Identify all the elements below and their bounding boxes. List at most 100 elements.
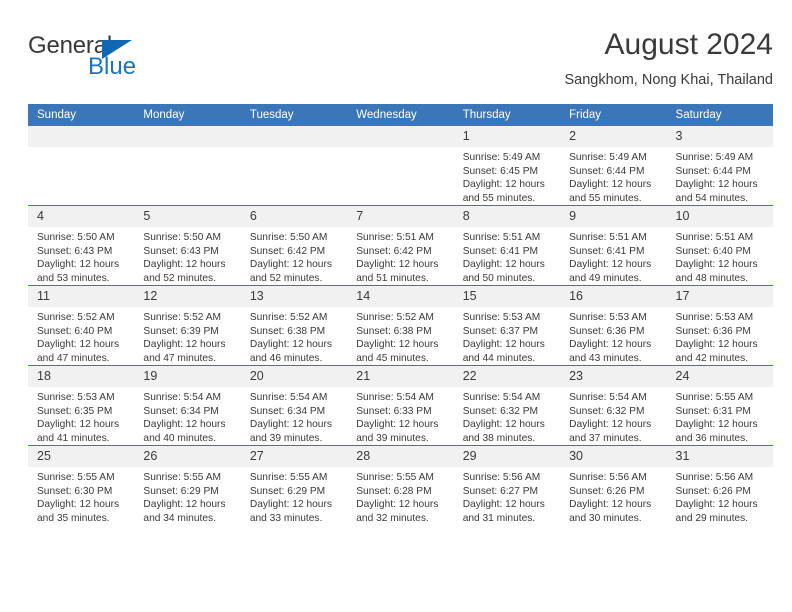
- daylight-text-line1: Daylight: 12 hours: [675, 419, 758, 431]
- daylight-text-line1: Daylight: 12 hours: [675, 499, 758, 511]
- calendar-day-cell[interactable]: 28 Sunrise: 5:55 AM Sunset: 6:28 PM Dayligh…: [347, 445, 454, 525]
- daylight-text-line2: and 33 minutes.: [249, 512, 323, 524]
- day-details: Sunrise: 5:56 AM Sunset: 6:27 PM Daylight:…: [454, 467, 560, 525]
- day-number: 16: [560, 286, 667, 308]
- daylight-text-line1: Daylight: 12 hours: [249, 419, 332, 431]
- sunset-text: Sunset: 6:28 PM: [356, 485, 432, 497]
- calendar-day-cell[interactable]: 22 Sunrise: 5:54 AM Sunset: 6:32 PM Dayligh…: [453, 365, 561, 446]
- sunrise-text: Sunrise: 5:54 AM: [569, 392, 647, 404]
- day-number: 22: [453, 366, 561, 388]
- day-number: 10: [666, 206, 773, 228]
- day-number: 9: [560, 206, 667, 228]
- sunrise-text: Sunrise: 5:49 AM: [462, 152, 541, 164]
- calendar-day-cell[interactable]: 1 Sunrise: 5:49 AM Sunset: 6:45 PM Daylight…: [453, 126, 561, 206]
- sunrise-text: Sunrise: 5:54 AM: [462, 392, 541, 404]
- day-details: Sunrise: 5:54 AM Sunset: 6:34 PM Daylight:…: [134, 387, 240, 445]
- calendar-day-cell[interactable]: 4 Sunrise: 5:50 AM Sunset: 6:43 PM Daylight…: [28, 205, 135, 286]
- sunset-text: Sunset: 6:40 PM: [37, 325, 113, 337]
- day-details: Sunrise: 5:56 AM Sunset: 6:26 PM Daylight:…: [667, 467, 773, 525]
- daylight-text-line2: and 44 minutes.: [462, 352, 536, 364]
- daylight-text-line1: Daylight: 12 hours: [569, 499, 652, 511]
- day-details: Sunrise: 5:55 AM Sunset: 6:28 PM Daylight:…: [347, 467, 453, 525]
- calendar-day-cell[interactable]: 9 Sunrise: 5:51 AM Sunset: 6:41 PM Daylight…: [560, 205, 667, 286]
- calendar-day-cell[interactable]: 21 Sunrise: 5:54 AM Sunset: 6:33 PM Dayligh…: [347, 365, 454, 446]
- day-details: Sunrise: 5:55 AM Sunset: 6:31 PM Daylight:…: [667, 387, 773, 445]
- page-title: August 2024: [604, 28, 773, 61]
- day-details: Sunrise: 5:54 AM Sunset: 6:34 PM Daylight:…: [241, 387, 347, 445]
- calendar-day-cell[interactable]: 14 Sunrise: 5:52 AM Sunset: 6:38 PM Dayligh…: [347, 285, 454, 366]
- calendar-day-cell[interactable]: 29 Sunrise: 5:56 AM Sunset: 6:27 PM Dayligh…: [453, 445, 561, 525]
- day-number: 5: [134, 206, 241, 228]
- calendar-day-cell[interactable]: 2 Sunrise: 5:49 AM Sunset: 6:44 PM Daylight…: [560, 126, 667, 206]
- daylight-text-line1: Daylight: 12 hours: [37, 499, 120, 511]
- calendar-day-cell[interactable]: 5 Sunrise: 5:50 AM Sunset: 6:43 PM Daylight…: [134, 205, 241, 286]
- calendar-day-cell[interactable]: 24 Sunrise: 5:55 AM Sunset: 6:31 PM Dayligh…: [666, 365, 773, 446]
- calendar-day-cell[interactable]: 27 Sunrise: 5:55 AM Sunset: 6:29 PM Dayligh…: [240, 445, 348, 525]
- calendar-week-row: 4 Sunrise: 5:50 AM Sunset: 6:43 PM Daylight…: [28, 205, 773, 286]
- calendar-day-cell[interactable]: 26 Sunrise: 5:55 AM Sunset: 6:29 PM Dayligh…: [134, 445, 241, 525]
- sunset-text: Sunset: 6:33 PM: [356, 405, 432, 417]
- calendar-day-cell[interactable]: 11 Sunrise: 5:52 AM Sunset: 6:40 PM Dayligh…: [28, 285, 135, 366]
- sunrise-text: Sunrise: 5:52 AM: [249, 312, 328, 324]
- calendar-day-cell[interactable]: 25 Sunrise: 5:55 AM Sunset: 6:30 PM Dayligh…: [28, 445, 135, 525]
- calendar-empty-cell: [28, 126, 135, 206]
- day-details: Sunrise: 5:56 AM Sunset: 6:26 PM Daylight:…: [560, 467, 666, 525]
- daylight-text-line1: Daylight: 12 hours: [356, 499, 439, 511]
- daylight-text-line2: and 39 minutes.: [356, 432, 429, 444]
- calendar-day-cell[interactable]: 20 Sunrise: 5:54 AM Sunset: 6:34 PM Dayligh…: [240, 365, 348, 446]
- calendar-day-cell[interactable]: 12 Sunrise: 5:52 AM Sunset: 6:39 PM Dayligh…: [134, 285, 241, 366]
- day-number: 4: [28, 206, 135, 228]
- day-number: 19: [134, 366, 241, 388]
- day-number: 27: [240, 446, 348, 468]
- sunrise-text: Sunrise: 5:53 AM: [37, 392, 115, 404]
- calendar-day-cell[interactable]: 8 Sunrise: 5:51 AM Sunset: 6:41 PM Daylight…: [453, 205, 561, 286]
- calendar-day-cell[interactable]: 10 Sunrise: 5:51 AM Sunset: 6:40 PM Dayligh…: [666, 205, 773, 286]
- calendar-day-cell[interactable]: 13 Sunrise: 5:52 AM Sunset: 6:38 PM Dayligh…: [240, 285, 348, 366]
- day-details: Sunrise: 5:54 AM Sunset: 6:32 PM Daylight:…: [454, 387, 560, 445]
- calendar-day-cell[interactable]: 15 Sunrise: 5:53 AM Sunset: 6:37 PM Dayligh…: [453, 285, 561, 366]
- calendar-day-cell[interactable]: 31 Sunrise: 5:56 AM Sunset: 6:26 PM Dayligh…: [666, 445, 773, 525]
- calendar-day-cell[interactable]: 16 Sunrise: 5:53 AM Sunset: 6:36 PM Dayligh…: [560, 285, 667, 366]
- sunrise-text: Sunrise: 5:53 AM: [462, 312, 541, 324]
- daylight-text-line2: and 39 minutes.: [249, 432, 323, 444]
- calendar-day-cell[interactable]: 17 Sunrise: 5:53 AM Sunset: 6:36 PM Dayligh…: [666, 285, 773, 366]
- calendar-day-cell[interactable]: 23 Sunrise: 5:54 AM Sunset: 6:32 PM Dayligh…: [560, 365, 667, 446]
- daylight-text-line1: Daylight: 12 hours: [249, 499, 332, 511]
- day-details: Sunrise: 5:51 AM Sunset: 6:40 PM Daylight:…: [667, 227, 773, 285]
- calendar-day-cell[interactable]: 19 Sunrise: 5:54 AM Sunset: 6:34 PM Dayligh…: [134, 365, 241, 446]
- brand-name-blue: Blue: [88, 53, 137, 80]
- day-number: 2: [560, 126, 667, 148]
- daylight-text-line2: and 47 minutes.: [37, 352, 110, 364]
- day-details: Sunrise: 5:53 AM Sunset: 6:36 PM Daylight:…: [560, 307, 666, 365]
- calendar-day-cell[interactable]: 3 Sunrise: 5:49 AM Sunset: 6:44 PM Daylight…: [666, 126, 773, 206]
- sunset-text: Sunset: 6:30 PM: [37, 485, 113, 497]
- day-number: 14: [347, 286, 454, 308]
- day-number: 31: [666, 446, 773, 468]
- sunset-text: Sunset: 6:44 PM: [675, 165, 751, 177]
- calendar-day-cell[interactable]: 30 Sunrise: 5:56 AM Sunset: 6:26 PM Dayligh…: [560, 445, 667, 525]
- day-details: Sunrise: 5:52 AM Sunset: 6:38 PM Daylight:…: [347, 307, 453, 365]
- sunrise-text: Sunrise: 5:50 AM: [143, 232, 222, 244]
- sunset-text: Sunset: 6:43 PM: [37, 245, 113, 257]
- daylight-text-line2: and 52 minutes.: [143, 272, 216, 284]
- calendar-day-cell[interactable]: 18 Sunrise: 5:53 AM Sunset: 6:35 PM Dayligh…: [28, 365, 135, 446]
- day-details: Sunrise: 5:53 AM Sunset: 6:36 PM Daylight:…: [667, 307, 773, 365]
- daylight-text-line2: and 42 minutes.: [675, 352, 749, 364]
- sunrise-text: Sunrise: 5:51 AM: [462, 232, 541, 244]
- daylight-text-line2: and 43 minutes.: [569, 352, 642, 364]
- sunrise-text: Sunrise: 5:55 AM: [37, 472, 115, 484]
- calendar-day-cell[interactable]: 6 Sunrise: 5:50 AM Sunset: 6:42 PM Daylight…: [240, 205, 348, 286]
- weekday-header-thursday: Thursday: [453, 104, 561, 126]
- sunrise-text: Sunrise: 5:53 AM: [569, 312, 647, 324]
- brand-logo[interactable]: General Blue: [28, 34, 258, 90]
- daylight-text-line2: and 54 minutes.: [675, 192, 749, 204]
- daylight-text-line2: and 32 minutes.: [356, 512, 429, 524]
- day-number: [240, 126, 348, 148]
- day-details: Sunrise: 5:54 AM Sunset: 6:33 PM Daylight:…: [347, 387, 453, 445]
- calendar-day-cell[interactable]: 7 Sunrise: 5:51 AM Sunset: 6:42 PM Daylight…: [347, 205, 454, 286]
- daylight-text-line1: Daylight: 12 hours: [462, 339, 545, 351]
- daylight-text-line1: Daylight: 12 hours: [143, 259, 226, 271]
- sunrise-text: Sunrise: 5:55 AM: [143, 472, 222, 484]
- sunrise-text: Sunrise: 5:50 AM: [37, 232, 115, 244]
- sunrise-text: Sunrise: 5:56 AM: [462, 472, 541, 484]
